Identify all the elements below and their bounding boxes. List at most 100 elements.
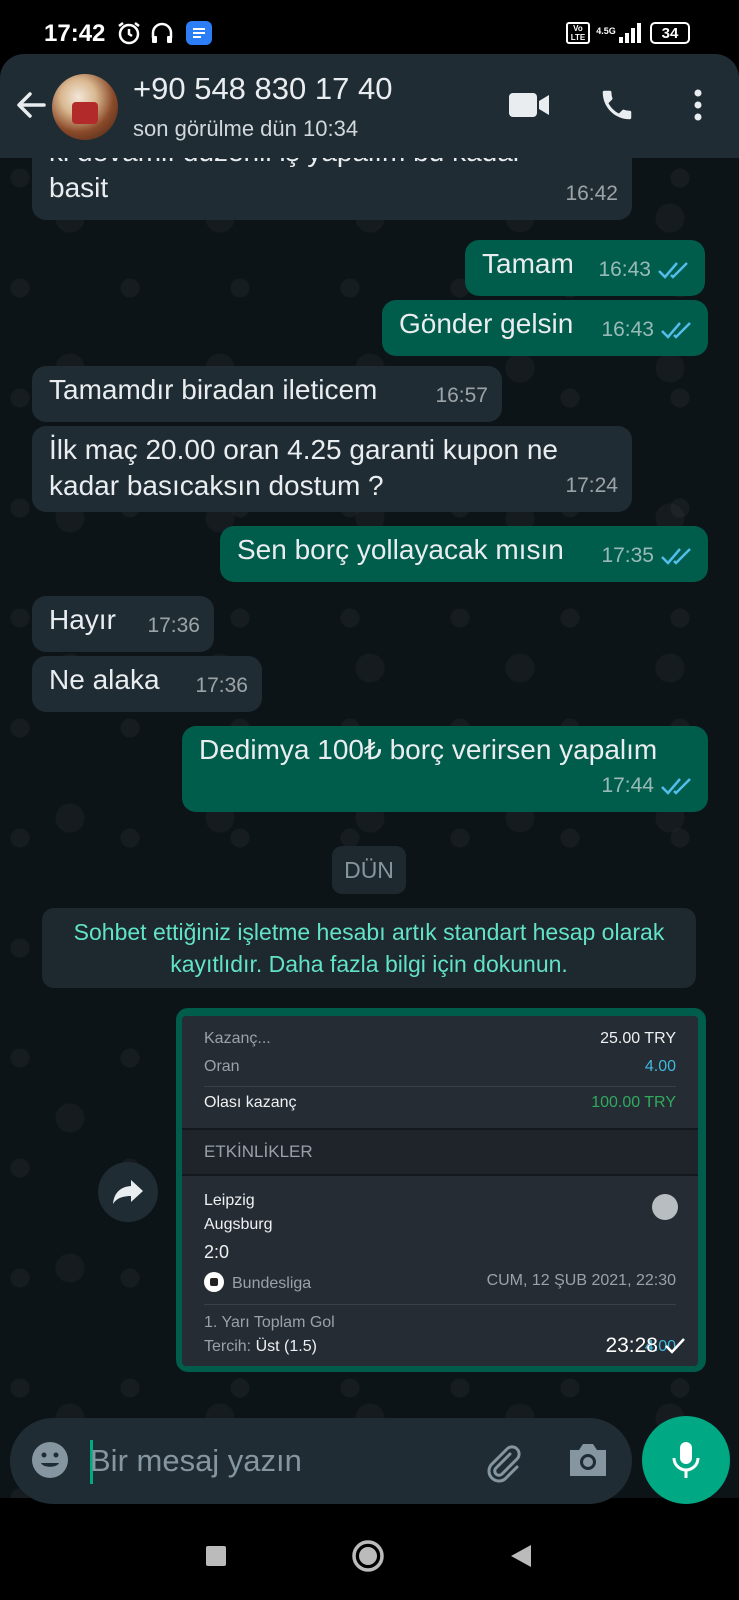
message-incoming[interactable]: Ne alaka 17:36: [32, 656, 262, 712]
headset-icon: [148, 20, 176, 46]
contact-name[interactable]: +90 548 830 17 40: [133, 71, 392, 107]
message-meta: 17:35: [601, 538, 694, 574]
potential-win-row: Olası kazanç 100.00 TRY: [204, 1094, 676, 1112]
status-bar: 17:42 Vo LTE 4.5G 34: [0, 0, 739, 62]
message-outgoing[interactable]: Gönder gelsin 16:43: [382, 300, 708, 356]
read-ticks-icon: [661, 548, 691, 565]
message-meta: 17:44: [601, 768, 694, 804]
message-text: Dedimya 100₺ borç verirsen yapalım: [199, 734, 658, 765]
message-meta: 16:57: [435, 378, 488, 414]
bet-slip-screenshot: Kazanç... 25.00 TRY Oran 4.00 Olası kaza…: [182, 1016, 698, 1366]
message-text: Tamam: [482, 248, 574, 279]
message-outgoing[interactable]: Sen borç yollayacak mısın 17:35: [220, 526, 708, 582]
message-time: 17:35: [601, 544, 654, 567]
pick-value: Üst (1.5): [255, 1338, 317, 1355]
battery-icon: 34: [650, 22, 690, 44]
volte-icon: Vo LTE: [566, 22, 590, 44]
market-row: 1. Yarı Toplam Gol: [204, 1314, 676, 1332]
home-icon[interactable]: [350, 1538, 386, 1574]
message-incoming[interactable]: Tamamdır biradan ileticem 16:57: [32, 366, 502, 422]
emoji-icon[interactable]: [30, 1440, 70, 1480]
back-triangle-icon[interactable]: [506, 1538, 536, 1574]
more-options-icon[interactable]: [680, 82, 716, 128]
stake-value: 25.00 TRY: [600, 1030, 676, 1047]
contact-last-seen: son görülme dün 10:34: [133, 116, 359, 141]
market-name: 1. Yarı Toplam Gol: [204, 1314, 335, 1331]
home-team: Leipzig: [204, 1192, 676, 1210]
away-team-name: Augsburg: [204, 1216, 273, 1233]
home-team-name: Leipzig: [204, 1192, 255, 1209]
divider: [204, 1086, 676, 1087]
potential-win-label: Olası kazanç: [204, 1094, 297, 1111]
forward-arrow-icon: [113, 1180, 143, 1204]
system-navigation-bar: [0, 1510, 739, 1600]
stake-label: Kazanç...: [204, 1030, 271, 1047]
image-message[interactable]: Kazanç... 25.00 TRY Oran 4.00 Olası kaza…: [176, 1008, 706, 1372]
message-composer: [10, 1418, 632, 1504]
message-time: 17:24: [565, 474, 618, 497]
message-time: 16:43: [598, 258, 651, 281]
football-icon: [204, 1272, 224, 1292]
message-time: 17:36: [195, 674, 248, 697]
message-text: Hayır: [49, 604, 116, 635]
divider: [204, 1304, 676, 1305]
business-account-notice[interactable]: Sohbet ettiğiniz işletme hesabı artık st…: [42, 908, 696, 988]
status-time: 17:42: [44, 20, 106, 47]
attachment-icon[interactable]: [480, 1440, 524, 1484]
back-arrow-icon[interactable]: [10, 84, 52, 126]
message-text: Sen borç yollayacak mısın: [237, 534, 564, 565]
score: 2:0: [204, 1242, 676, 1263]
microphone-icon: [672, 1442, 700, 1478]
message-time: 16:42: [565, 182, 618, 205]
recent-apps-icon[interactable]: [204, 1538, 228, 1574]
chat-header: +90 548 830 17 40 son görülme dün 10:34: [0, 54, 739, 158]
contact-avatar[interactable]: [52, 74, 118, 140]
message-meta: 17:36: [147, 608, 200, 644]
message-time: 16:57: [435, 384, 488, 407]
message-time: 17:44: [601, 774, 654, 797]
events-section-title: ETKİNLİKLER: [182, 1128, 698, 1176]
message-incoming[interactable]: İlk maç 20.00 oran 4.25 garanti kupon ne…: [32, 426, 632, 512]
score-value: 2:0: [204, 1242, 230, 1262]
message-time: 17:36: [147, 614, 200, 637]
video-call-icon[interactable]: [505, 82, 553, 128]
message-incoming[interactable]: ki devamlı düzenli iş yapalım bu kadar b…: [32, 158, 632, 220]
league-row: Bundesliga CUM, 12 ŞUB 2021, 22:30: [204, 1272, 676, 1293]
message-meta: 16:43: [601, 312, 694, 348]
message-meta: 16:43: [598, 252, 691, 288]
network-type-label: 4.5G: [596, 26, 616, 36]
pick-label: Tercih:: [204, 1338, 252, 1355]
odds-row: Oran 4.00: [204, 1058, 676, 1076]
message-notification-icon: [186, 21, 212, 45]
message-meta: 23:28: [605, 1334, 686, 1358]
away-team: Augsburg: [204, 1216, 676, 1234]
signal-icon: [618, 20, 642, 46]
camera-icon[interactable]: [566, 1440, 610, 1484]
message-time: 23:28: [605, 1334, 658, 1357]
message-text: Gönder gelsin: [399, 308, 574, 339]
message-time: 16:43: [601, 318, 654, 341]
message-meta: 16:42: [565, 176, 618, 212]
forward-button[interactable]: [98, 1162, 158, 1222]
message-incoming[interactable]: Hayır 17:36: [32, 596, 214, 652]
read-ticks-icon: [661, 322, 691, 339]
odds-value: 4.00: [644, 1058, 676, 1075]
odds-label: Oran: [204, 1058, 240, 1075]
voice-call-icon[interactable]: [594, 82, 640, 128]
message-meta: 17:24: [565, 468, 618, 504]
message-meta: 17:36: [195, 668, 248, 704]
voice-message-button[interactable]: [642, 1416, 730, 1504]
chat-area[interactable]: ki devamlı düzenli iş yapalım bu kadar b…: [0, 158, 739, 1498]
message-outgoing[interactable]: Tamam 16:43: [465, 240, 705, 296]
read-ticks-icon: [661, 778, 691, 795]
read-ticks-icon: [658, 262, 688, 279]
message-text: İlk maç 20.00 oran 4.25 garanti kupon ne…: [49, 434, 559, 501]
potential-win-value: 100.00 TRY: [591, 1094, 676, 1111]
message-text: Ne alaka: [49, 664, 160, 695]
message-input[interactable]: [90, 1436, 470, 1486]
message-text: ki devamlı düzenli iş yapalım bu kadar b…: [49, 158, 522, 203]
message-outgoing[interactable]: Dedimya 100₺ borç verirsen yapalım 17:44: [182, 726, 708, 812]
date-divider: DÜN: [332, 846, 406, 894]
sent-tick-icon: [665, 1338, 685, 1354]
alarm-icon: [115, 20, 143, 46]
